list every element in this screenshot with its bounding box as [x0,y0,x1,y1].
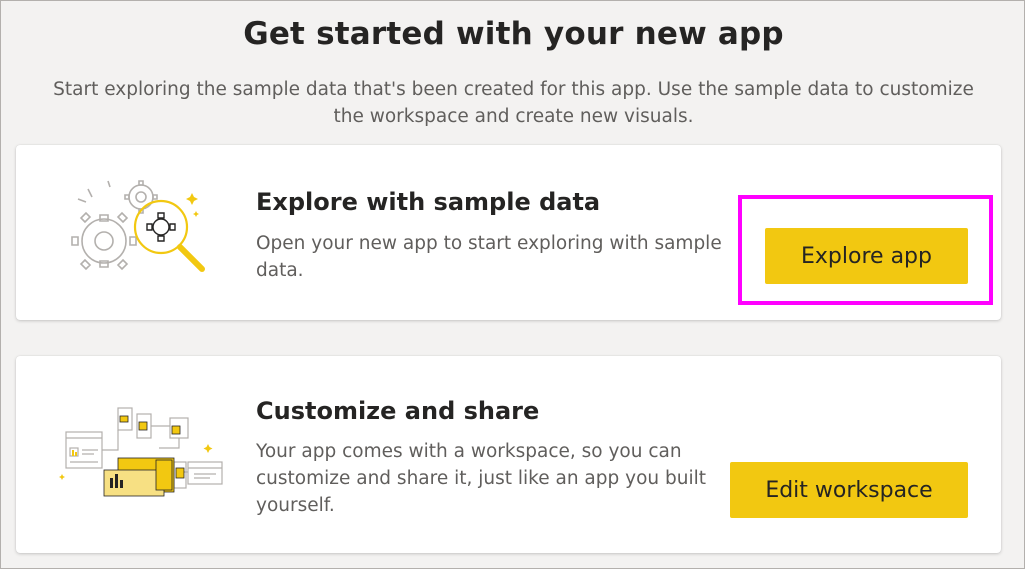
customize-card-title: Customize and share [256,397,540,425]
customize-card-description: Your app comes with a workspace, so you … [256,441,706,516]
explore-card-title: Explore with sample data [256,188,601,216]
customize-card: Customize and share Your app comes with … [16,356,1001,553]
edit-workspace-button[interactable]: Edit workspace [730,462,968,518]
app-frame: Get started with your new app Start expl… [0,0,1025,569]
magnifier-gears-icon [71,180,205,272]
highlight-box [738,195,993,305]
page-subtitle: Start exploring the sample data that's b… [53,79,974,127]
page-title: Get started with your new app [243,16,784,52]
workspace-dashboards-icon [59,407,223,497]
explore-card-description: Open your new app to start exploring wit… [256,233,722,281]
